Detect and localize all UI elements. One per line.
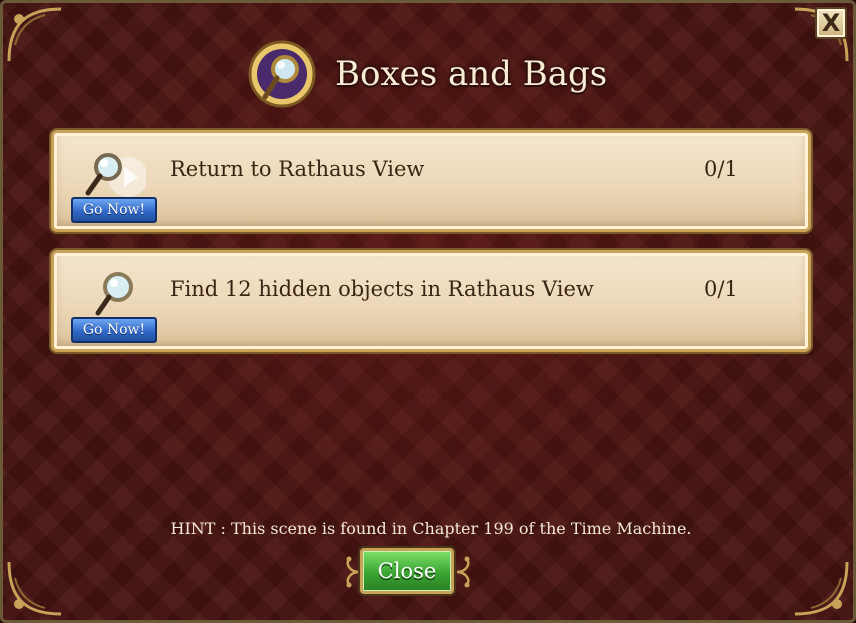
quest-text: Return to Rathaus View (170, 157, 425, 181)
ornament-corner-icon (5, 5, 65, 65)
dialog-title: Boxes and Bags (335, 54, 608, 94)
hint-text: HINT : This scene is found in Chapter 19… (170, 519, 692, 538)
close-x-button[interactable]: X (815, 7, 847, 39)
ornament-corner-icon (5, 558, 65, 618)
go-now-button[interactable]: Go Now! (71, 197, 157, 223)
quest-row: Find 12 hidden objects in Rathaus View 0… (51, 250, 811, 352)
magnifier-badge-icon (248, 40, 316, 108)
quest-progress: 0/1 (704, 157, 738, 181)
flourish-icon (455, 555, 475, 589)
quest-progress: 0/1 (704, 277, 738, 301)
dialog-header: Boxes and Bags (247, 39, 607, 109)
close-button[interactable]: Close (360, 548, 454, 594)
ornament-corner-icon (791, 558, 851, 618)
flourish-icon (341, 555, 361, 589)
quest-dialog: X Boxes and Bags Return to Rathaus View … (0, 0, 856, 623)
go-now-button[interactable]: Go Now! (71, 317, 157, 343)
quest-text: Find 12 hidden objects in Rathaus View (170, 277, 594, 301)
quest-row: Return to Rathaus View 0/1 Go Now! (51, 130, 811, 232)
